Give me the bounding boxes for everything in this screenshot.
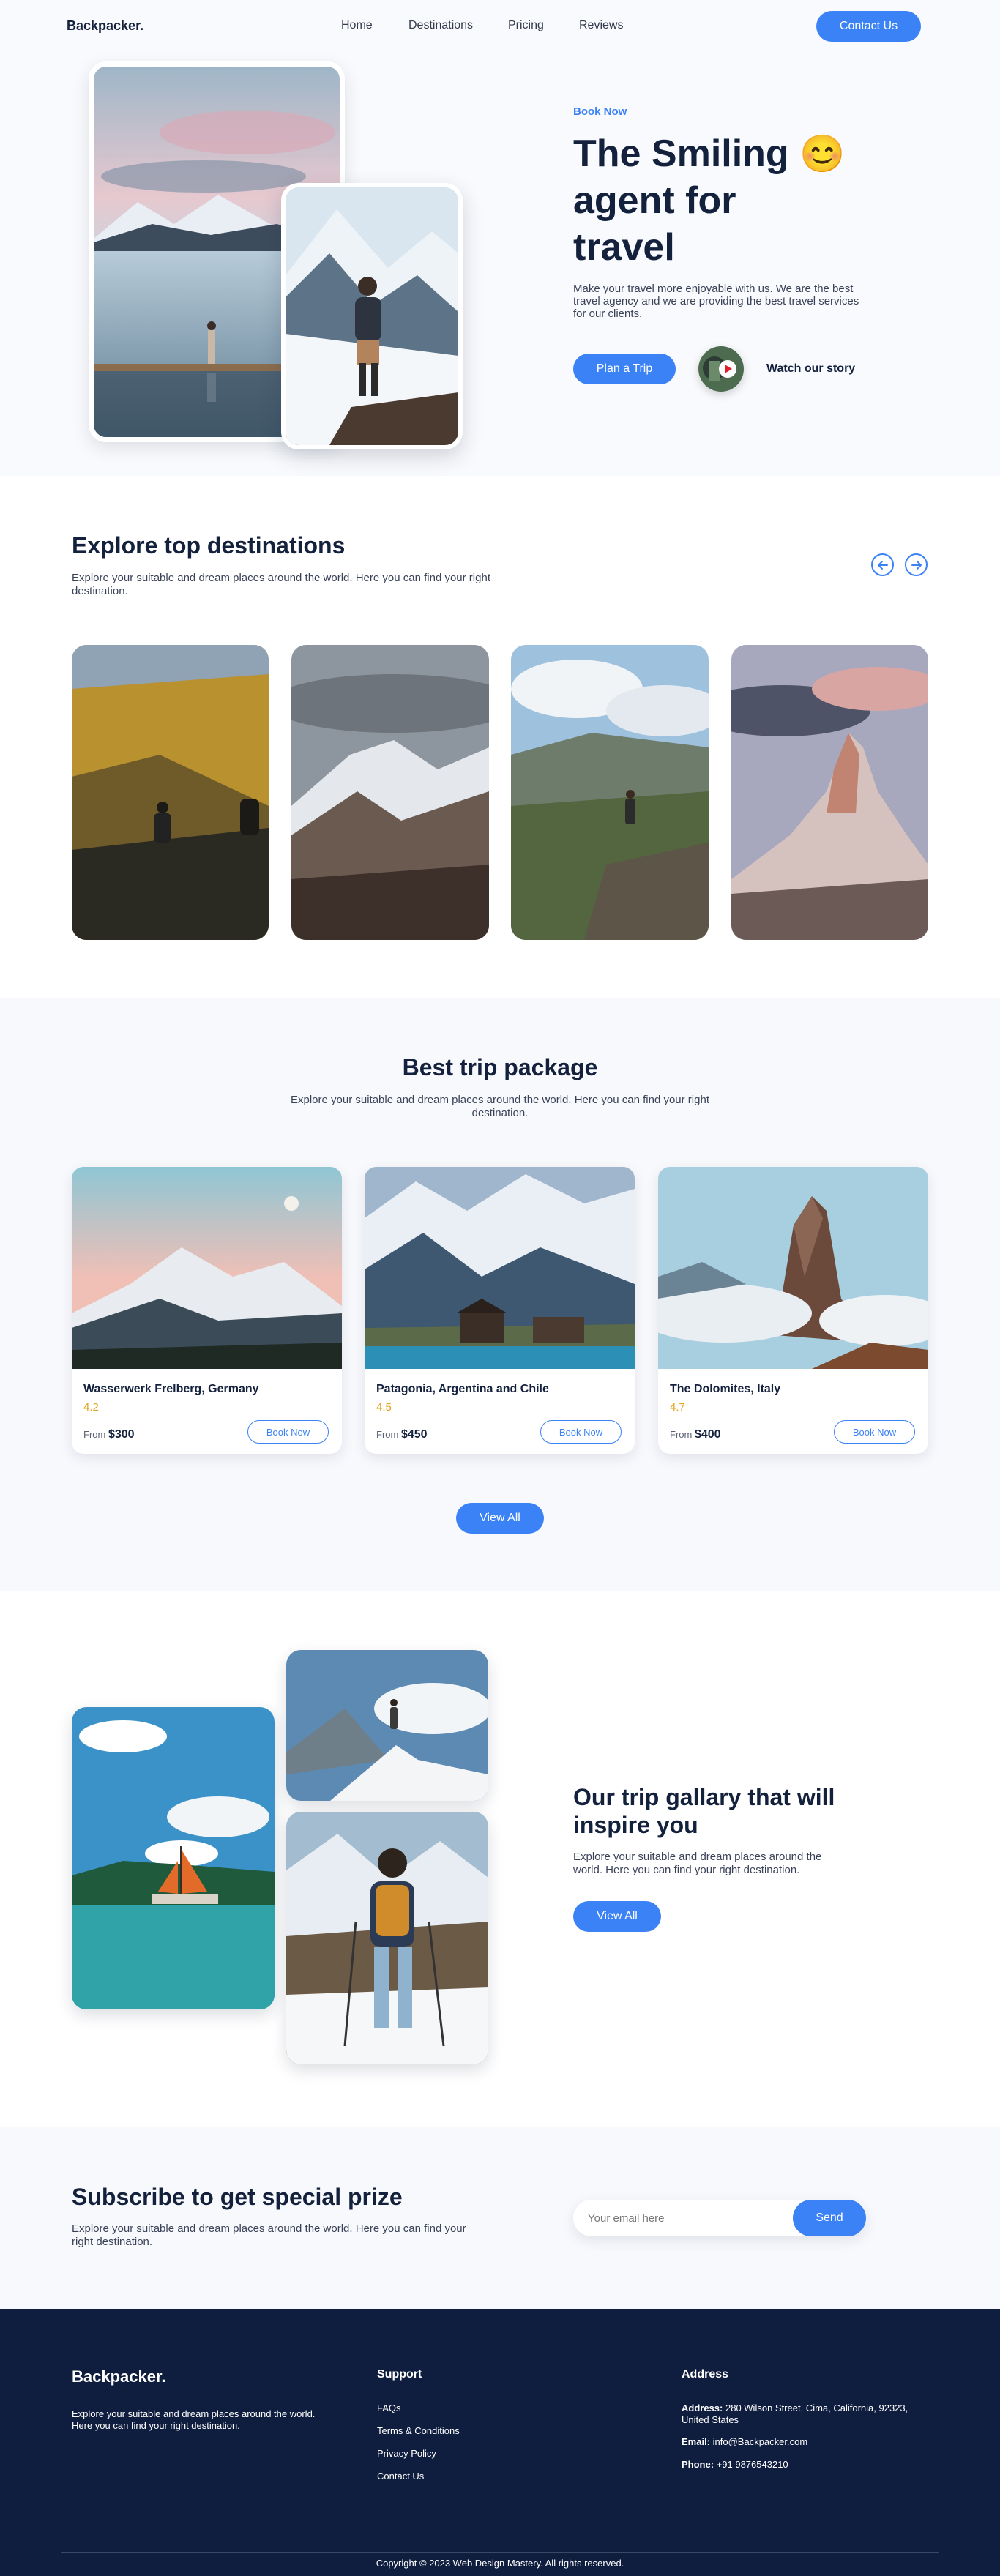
hero-title-line1: The Smiling xyxy=(573,132,789,175)
book-now-button[interactable]: Book Now xyxy=(540,1420,622,1444)
package-price: From $400 xyxy=(670,1428,721,1441)
package-price: From $300 xyxy=(83,1428,135,1441)
brand-logo[interactable]: Backpacker. xyxy=(67,18,143,34)
gallery-view-all-button[interactable]: View All xyxy=(573,1901,661,1932)
arrow-right-icon xyxy=(911,560,922,570)
hero-kicker: Book Now xyxy=(573,105,627,118)
footer-address: Address: 280 Wilson Street, Cima, Califo… xyxy=(682,2403,923,2426)
package-rating: 4.7 xyxy=(670,1401,685,1414)
copyright-text: Copyright © 2023 Web Design Mastery. All… xyxy=(376,2558,624,2569)
gallery-subtitle: Explore your suitable and dream places a… xyxy=(573,1851,822,1876)
price-value: $300 xyxy=(108,1428,135,1441)
phone-label: Phone: xyxy=(682,2459,714,2470)
destination-card-2[interactable] xyxy=(291,645,489,940)
package-rating: 4.2 xyxy=(83,1401,99,1414)
subscribe-title: Subscribe to get special prize xyxy=(72,2184,403,2210)
footer-link-terms[interactable]: Terms & Conditions xyxy=(377,2425,460,2436)
support-heading: Support xyxy=(377,2368,422,2381)
email-input[interactable] xyxy=(573,2200,793,2236)
subscribe-form: Send xyxy=(573,2200,866,2236)
package-photo-2 xyxy=(365,1167,635,1369)
footer-phone: Phone: +91 9876543210 xyxy=(682,2459,788,2471)
watch-story-thumbnail[interactable] xyxy=(698,346,744,392)
hero-title-line2: agent for xyxy=(573,179,736,222)
hero-title-line3: travel xyxy=(573,226,675,269)
hero-title: The Smiling 😊 agent for travel xyxy=(573,130,881,271)
price-value: $450 xyxy=(400,1428,428,1441)
package-card-3: The Dolomites, Italy 4.7 From $400 Book … xyxy=(658,1167,928,1454)
destination-card-4[interactable] xyxy=(731,645,928,940)
hero-description: Make your travel more enjoyable with us.… xyxy=(573,283,859,320)
footer-about: Explore your suitable and dream places a… xyxy=(72,2408,316,2431)
prev-destination-button[interactable] xyxy=(871,553,894,576)
destination-card-3[interactable] xyxy=(511,645,709,940)
packages-section: Best trip package Explore your suitable … xyxy=(0,998,1000,1591)
nav-link-pricing[interactable]: Pricing xyxy=(508,19,544,32)
gallery-skier-photo xyxy=(286,1812,488,2064)
price-prefix: From xyxy=(376,1429,399,1440)
hero-hiker-photo xyxy=(281,183,463,449)
package-price: From $450 xyxy=(376,1428,428,1441)
price-prefix: From xyxy=(83,1429,106,1440)
destinations-subtitle: Explore your suitable and dream places a… xyxy=(72,572,490,597)
footer-logo[interactable]: Backpacker. xyxy=(72,2367,165,2386)
destination-card-1[interactable] xyxy=(72,645,269,940)
top-navbar: Backpacker. Home Destinations Pricing Re… xyxy=(0,0,1000,54)
destinations-section: Explore top destinations Explore your su… xyxy=(0,476,1000,998)
footer-link-privacy[interactable]: Privacy Policy xyxy=(377,2448,436,2459)
email-label: Email: xyxy=(682,2436,711,2447)
footer-link-contact[interactable]: Contact Us xyxy=(377,2471,424,2482)
watch-story-link[interactable]: Watch our story xyxy=(766,362,855,376)
book-now-button[interactable]: Book Now xyxy=(247,1420,329,1444)
gallery-summit-photo xyxy=(286,1650,488,1801)
footer: Backpacker. Explore your suitable and dr… xyxy=(0,2309,1000,2576)
package-photo-3 xyxy=(658,1167,928,1369)
package-card-2: Patagonia, Argentina and Chile 4.5 From … xyxy=(365,1167,635,1454)
next-destination-button[interactable] xyxy=(905,553,928,576)
price-value: $400 xyxy=(694,1428,721,1441)
gallery-section: Our trip gallary that will inspire you E… xyxy=(0,1591,1000,2127)
book-now-button[interactable]: Book Now xyxy=(834,1420,915,1444)
hero-section: Book Now The Smiling 😊 agent for travel … xyxy=(0,54,1000,476)
package-name: Patagonia, Argentina and Chile xyxy=(376,1383,549,1395)
package-card-1: Wasserwerk Frelberg, Germany 4.2 From $3… xyxy=(72,1167,342,1454)
smile-emoji-icon: 😊 xyxy=(799,133,846,174)
email-value[interactable]: info@Backpacker.com xyxy=(713,2436,808,2447)
gallery-boat-photo xyxy=(72,1707,275,2009)
footer-link-faqs[interactable]: FAQs xyxy=(377,2403,401,2413)
package-name: The Dolomites, Italy xyxy=(670,1383,781,1395)
price-prefix: From xyxy=(670,1429,693,1440)
nav-link-destinations[interactable]: Destinations xyxy=(408,19,473,32)
address-label: Address: xyxy=(682,2403,723,2413)
package-name: Wasserwerk Frelberg, Germany xyxy=(83,1383,259,1395)
subscribe-subtitle: Explore your suitable and dream places a… xyxy=(72,2222,466,2248)
address-heading: Address xyxy=(682,2368,729,2381)
nav-link-reviews[interactable]: Reviews xyxy=(579,19,623,32)
footer-divider xyxy=(61,2552,939,2553)
packages-view-all-button[interactable]: View All xyxy=(456,1503,544,1534)
phone-value[interactable]: +91 9876543210 xyxy=(717,2459,788,2470)
arrow-left-icon xyxy=(877,560,888,570)
nav-link-home[interactable]: Home xyxy=(341,19,373,32)
destinations-title: Explore top destinations xyxy=(72,532,346,559)
contact-us-button[interactable]: Contact Us xyxy=(816,11,921,42)
send-button[interactable]: Send xyxy=(793,2200,866,2236)
packages-title: Best trip package xyxy=(402,1054,598,1080)
subscribe-section: Subscribe to get special prize Explore y… xyxy=(0,2127,1000,2309)
package-rating: 4.5 xyxy=(376,1401,392,1414)
plan-trip-button[interactable]: Plan a Trip xyxy=(573,354,676,384)
packages-subtitle: Explore your suitable and dream places a… xyxy=(291,1094,709,1119)
footer-email: Email: info@Backpacker.com xyxy=(682,2436,807,2448)
gallery-title: Our trip gallary that will inspire you xyxy=(573,1784,835,1838)
package-photo-1 xyxy=(72,1167,342,1369)
